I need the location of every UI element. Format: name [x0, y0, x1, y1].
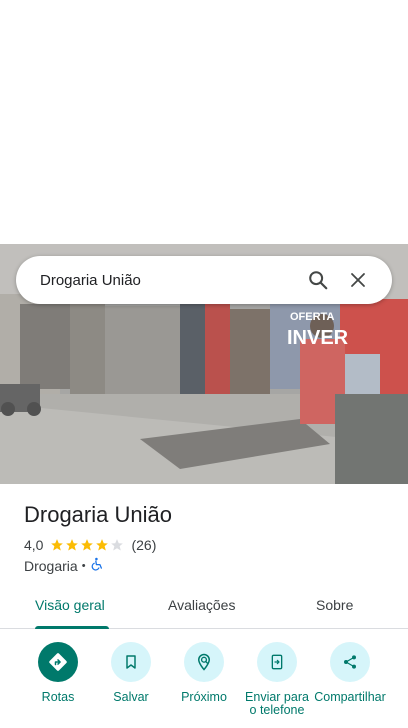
photo-sign-text-1: OFERTA — [290, 311, 334, 323]
share-icon — [330, 642, 370, 682]
star-icon — [51, 539, 64, 551]
map-area-blank — [0, 0, 408, 244]
nearby-icon — [184, 642, 224, 682]
bookmark-icon — [111, 642, 151, 682]
send-to-phone-label: Enviar para o telefone — [245, 690, 309, 717]
review-count[interactable]: (26) — [131, 537, 156, 553]
send-to-phone-button[interactable]: Enviar para o telefone — [237, 642, 317, 717]
rating-row[interactable]: 4,0 (26) — [24, 537, 156, 553]
tab-about[interactable]: Sobre — [316, 597, 353, 613]
nearby-label: Próximo — [181, 690, 227, 704]
place-title: Drogaria União — [24, 502, 172, 527]
tab-reviews[interactable]: Avaliações — [168, 597, 235, 613]
wheelchair-icon — [90, 557, 104, 574]
place-category: Drogaria — [24, 557, 78, 574]
share-label: Compartilhar — [314, 690, 386, 704]
star-icon — [81, 539, 94, 551]
rating-value: 4,0 — [24, 537, 44, 553]
send-to-phone-icon — [257, 642, 297, 682]
search-icon[interactable] — [298, 260, 338, 300]
tab-overview[interactable]: Visão geral — [35, 597, 105, 613]
tab-bar: Visão geral Avaliações Sobre — [0, 588, 408, 629]
photo-sign-text-2: INVER — [287, 327, 349, 349]
save-label: Salvar — [113, 690, 149, 704]
category-row: Drogaria • — [24, 557, 104, 574]
directions-icon — [38, 642, 78, 682]
directions-label: Rotas — [41, 690, 75, 704]
separator-dot: • — [81, 559, 86, 572]
action-bar: Rotas Salvar Próximo Enviar para o telef… — [0, 642, 408, 728]
search-query[interactable]: Drogaria União — [40, 272, 298, 289]
close-icon[interactable] — [338, 260, 378, 300]
directions-button[interactable]: Rotas — [18, 642, 98, 704]
star-icon — [66, 539, 79, 551]
search-bar[interactable]: Drogaria União — [16, 256, 392, 304]
active-tab-indicator — [35, 626, 109, 629]
share-button[interactable]: Compartilhar — [310, 642, 390, 704]
star-rating — [50, 538, 125, 552]
star-empty-icon — [111, 539, 124, 551]
save-button[interactable]: Salvar — [91, 642, 171, 704]
nearby-button[interactable]: Próximo — [164, 642, 244, 704]
star-icon — [96, 539, 109, 551]
